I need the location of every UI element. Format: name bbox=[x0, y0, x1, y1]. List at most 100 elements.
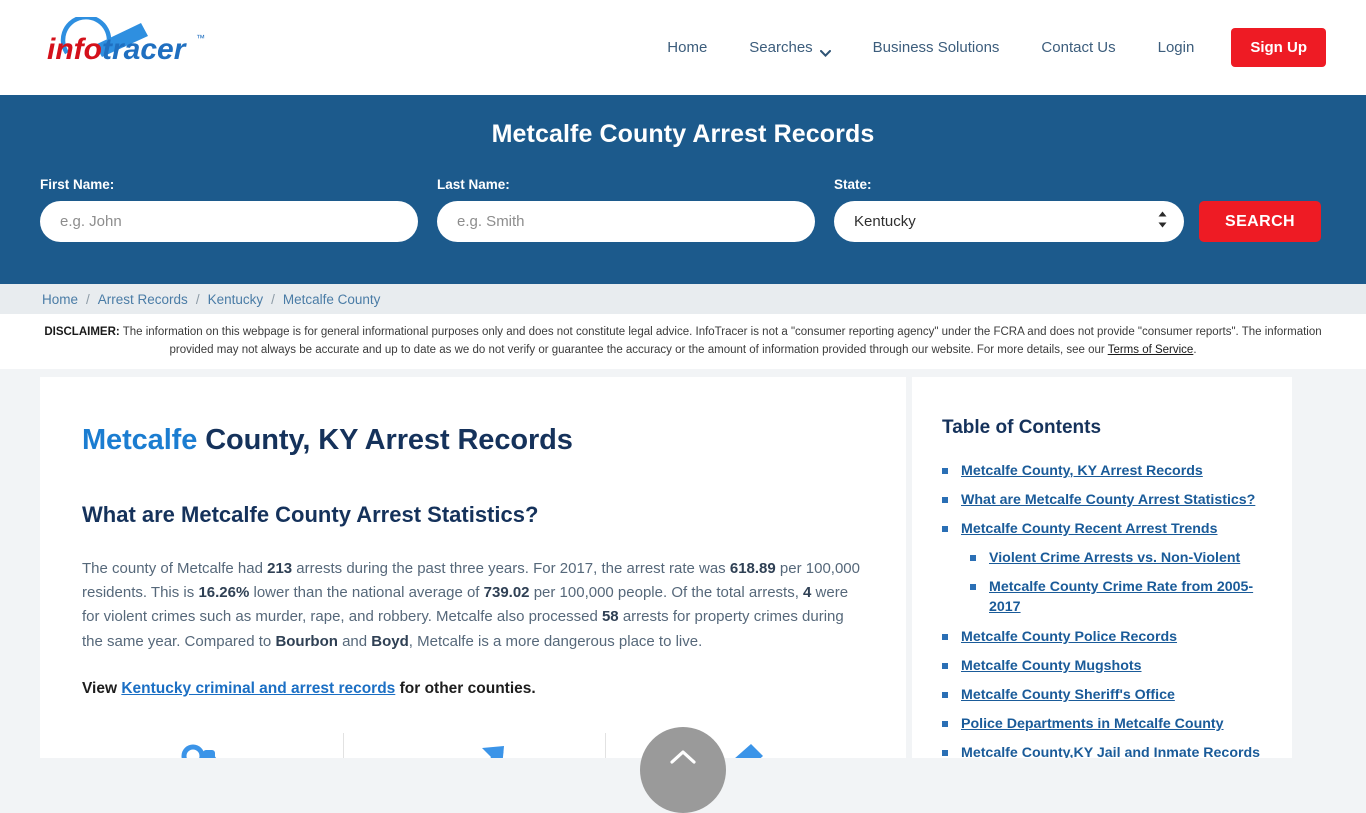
chevron-up-icon bbox=[670, 749, 696, 767]
first-name-field-group: First Name: bbox=[40, 177, 418, 242]
toc-item: What are Metcalfe County Arrest Statisti… bbox=[942, 490, 1262, 510]
hero-search-section: Metcalfe County Arrest Records First Nam… bbox=[0, 95, 1366, 284]
bullet-icon bbox=[970, 584, 976, 591]
breadcrumb-item-home[interactable]: Home bbox=[42, 292, 78, 307]
article-title: Metcalfe County, KY Arrest Records bbox=[82, 424, 866, 457]
disclaimer-period: . bbox=[1193, 343, 1197, 356]
toc-link[interactable]: Metcalfe County Recent Arrest Trends bbox=[961, 519, 1218, 539]
state-label: State: bbox=[834, 177, 872, 192]
svg-text:™: ™ bbox=[196, 33, 205, 43]
nav-item-business-solutions[interactable]: Business Solutions bbox=[852, 29, 1021, 66]
main-navigation: Home Searches Business Solutions Contact… bbox=[646, 28, 1326, 67]
toc-item: Metcalfe County Police Records bbox=[942, 627, 1262, 647]
para-text: arrests during the past three years. For… bbox=[292, 559, 730, 577]
toc-link[interactable]: Metcalfe County Sheriff's Office bbox=[961, 685, 1175, 705]
disclaimer-banner: DISCLAIMER: The information on this webp… bbox=[0, 314, 1366, 369]
para-text: per 100,000 people. Of the total arrests… bbox=[529, 583, 804, 601]
nav-label: Searches bbox=[749, 39, 813, 56]
breadcrumb-separator: / bbox=[86, 291, 90, 307]
handcuffs-icon bbox=[173, 738, 253, 758]
bullet-icon bbox=[942, 496, 948, 503]
para-text: and bbox=[337, 632, 372, 650]
toc-item: Metcalfe County Recent Arrest Trends bbox=[942, 519, 1262, 539]
stat-percent-lower: 16.26% bbox=[198, 583, 250, 601]
sign-up-button[interactable]: Sign Up bbox=[1231, 28, 1326, 67]
terms-of-service-link[interactable]: Terms of Service bbox=[1108, 344, 1194, 356]
toc-item: Metcalfe County Mugshots bbox=[942, 656, 1262, 676]
toc-link[interactable]: Metcalfe County Crime Rate from 2005-201… bbox=[989, 577, 1262, 617]
toc-link[interactable]: Violent Crime Arrests vs. Non-Violent bbox=[989, 548, 1240, 568]
toc-item: Metcalfe County, KY Arrest Records bbox=[942, 461, 1262, 481]
toc-item-sub: Violent Crime Arrests vs. Non-Violent bbox=[942, 548, 1262, 568]
nav-label: Business Solutions bbox=[872, 39, 1000, 56]
state-select[interactable] bbox=[834, 201, 1184, 242]
view-prefix: View bbox=[82, 679, 122, 697]
nav-label: Contact Us bbox=[1041, 39, 1116, 56]
search-button[interactable]: SEARCH bbox=[1199, 201, 1321, 242]
statistics-paragraph: The county of Metcalfe had 213 arrests d… bbox=[82, 557, 866, 654]
breadcrumb-item-metcalfe-county: Metcalfe County bbox=[282, 291, 381, 307]
chevron-down-icon bbox=[819, 44, 831, 58]
nav-item-contact-us[interactable]: Contact Us bbox=[1020, 29, 1136, 66]
toc-link[interactable]: Police Departments in Metcalfe County bbox=[961, 714, 1224, 734]
bullet-icon bbox=[942, 721, 948, 728]
search-form: First Name: Last Name: State: SEARCH bbox=[40, 177, 1326, 242]
nav-label: Home bbox=[667, 39, 708, 56]
bullet-icon bbox=[942, 633, 948, 640]
view-other-counties-line: View Kentucky criminal and arrest record… bbox=[82, 680, 866, 698]
feature-icon-cell[interactable] bbox=[82, 738, 343, 758]
toc-link[interactable]: Metcalfe County, KY Arrest Records bbox=[961, 461, 1203, 481]
bullet-icon bbox=[942, 662, 948, 669]
breadcrumb: Home / Arrest Records / Kentucky / Metca… bbox=[0, 284, 1366, 314]
breadcrumb-item-arrest-records[interactable]: Arrest Records bbox=[98, 292, 188, 307]
stat-arrest-rate: 618.89 bbox=[729, 559, 776, 577]
kentucky-records-link[interactable]: Kentucky criminal and arrest records bbox=[121, 680, 395, 697]
stat-total-arrests: 213 bbox=[267, 559, 293, 577]
last-name-label: Last Name: bbox=[437, 177, 510, 192]
toc-link[interactable]: What are Metcalfe County Arrest Statisti… bbox=[961, 490, 1255, 510]
disclaimer-label: DISCLAIMER: bbox=[44, 326, 120, 338]
first-name-input[interactable] bbox=[40, 201, 418, 242]
scroll-to-top-button[interactable] bbox=[640, 727, 726, 813]
svg-text:tracer: tracer bbox=[102, 33, 188, 66]
breadcrumb-item-kentucky[interactable]: Kentucky bbox=[208, 292, 264, 307]
breadcrumb-separator: / bbox=[195, 291, 200, 307]
feature-icon-row bbox=[82, 728, 866, 758]
nav-item-home[interactable]: Home bbox=[646, 29, 728, 66]
last-name-field-group: Last Name: bbox=[437, 177, 815, 242]
infotracer-logo[interactable]: info tracer ™ bbox=[45, 16, 225, 79]
article-title-accent: Metcalfe bbox=[82, 423, 198, 456]
nav-item-searches[interactable]: Searches bbox=[728, 29, 851, 66]
bullet-icon bbox=[942, 525, 948, 532]
state-select-wrapper bbox=[834, 201, 1184, 242]
toc-title: Table of Contents bbox=[942, 416, 1102, 438]
toc-link[interactable]: Metcalfe County Mugshots bbox=[961, 656, 1142, 676]
state-field-group: State: bbox=[834, 177, 1184, 242]
bullet-icon bbox=[942, 750, 948, 757]
last-name-input[interactable] bbox=[437, 201, 815, 242]
main-content-area: Metcalfe County, KY Arrest Records What … bbox=[0, 369, 1366, 758]
toc-item: Metcalfe County,KY Jail and Inmate Recor… bbox=[942, 743, 1262, 758]
toc-list: Metcalfe County, KY Arrest Records What … bbox=[942, 461, 1262, 758]
para-text: lower than the national average of bbox=[249, 583, 484, 601]
compare-county-boyd: Boyd bbox=[371, 632, 409, 650]
article-subheading: What are Metcalfe County Arrest Statisti… bbox=[82, 501, 539, 527]
nav-item-login[interactable]: Login bbox=[1137, 29, 1216, 66]
para-text: The county of Metcalfe had bbox=[82, 559, 268, 577]
article-card: Metcalfe County, KY Arrest Records What … bbox=[40, 376, 906, 758]
toc-link[interactable]: Metcalfe County,KY Jail and Inmate Recor… bbox=[961, 743, 1260, 757]
toc-link[interactable]: Metcalfe County Police Records bbox=[961, 627, 1177, 647]
page-title: Metcalfe County Arrest Records bbox=[491, 120, 875, 148]
site-header: info tracer ™ Home Searches Business Sol… bbox=[0, 0, 1366, 95]
trend-up-arrow-icon bbox=[434, 738, 514, 758]
feature-icon-cell[interactable] bbox=[343, 732, 604, 758]
breadcrumb-separator: / bbox=[271, 291, 275, 307]
first-name-label: First Name: bbox=[40, 177, 115, 192]
stat-property-crimes: 58 bbox=[601, 608, 619, 626]
bullet-icon bbox=[970, 555, 976, 562]
bullet-icon bbox=[942, 467, 948, 474]
toc-item-sub: Metcalfe County Crime Rate from 2005-201… bbox=[942, 577, 1262, 617]
para-text: , Metcalfe is a more dangerous place to … bbox=[408, 632, 703, 650]
article-title-rest: County, KY Arrest Records bbox=[197, 423, 573, 456]
table-of-contents-card: Table of Contents Metcalfe County, KY Ar… bbox=[912, 376, 1292, 758]
